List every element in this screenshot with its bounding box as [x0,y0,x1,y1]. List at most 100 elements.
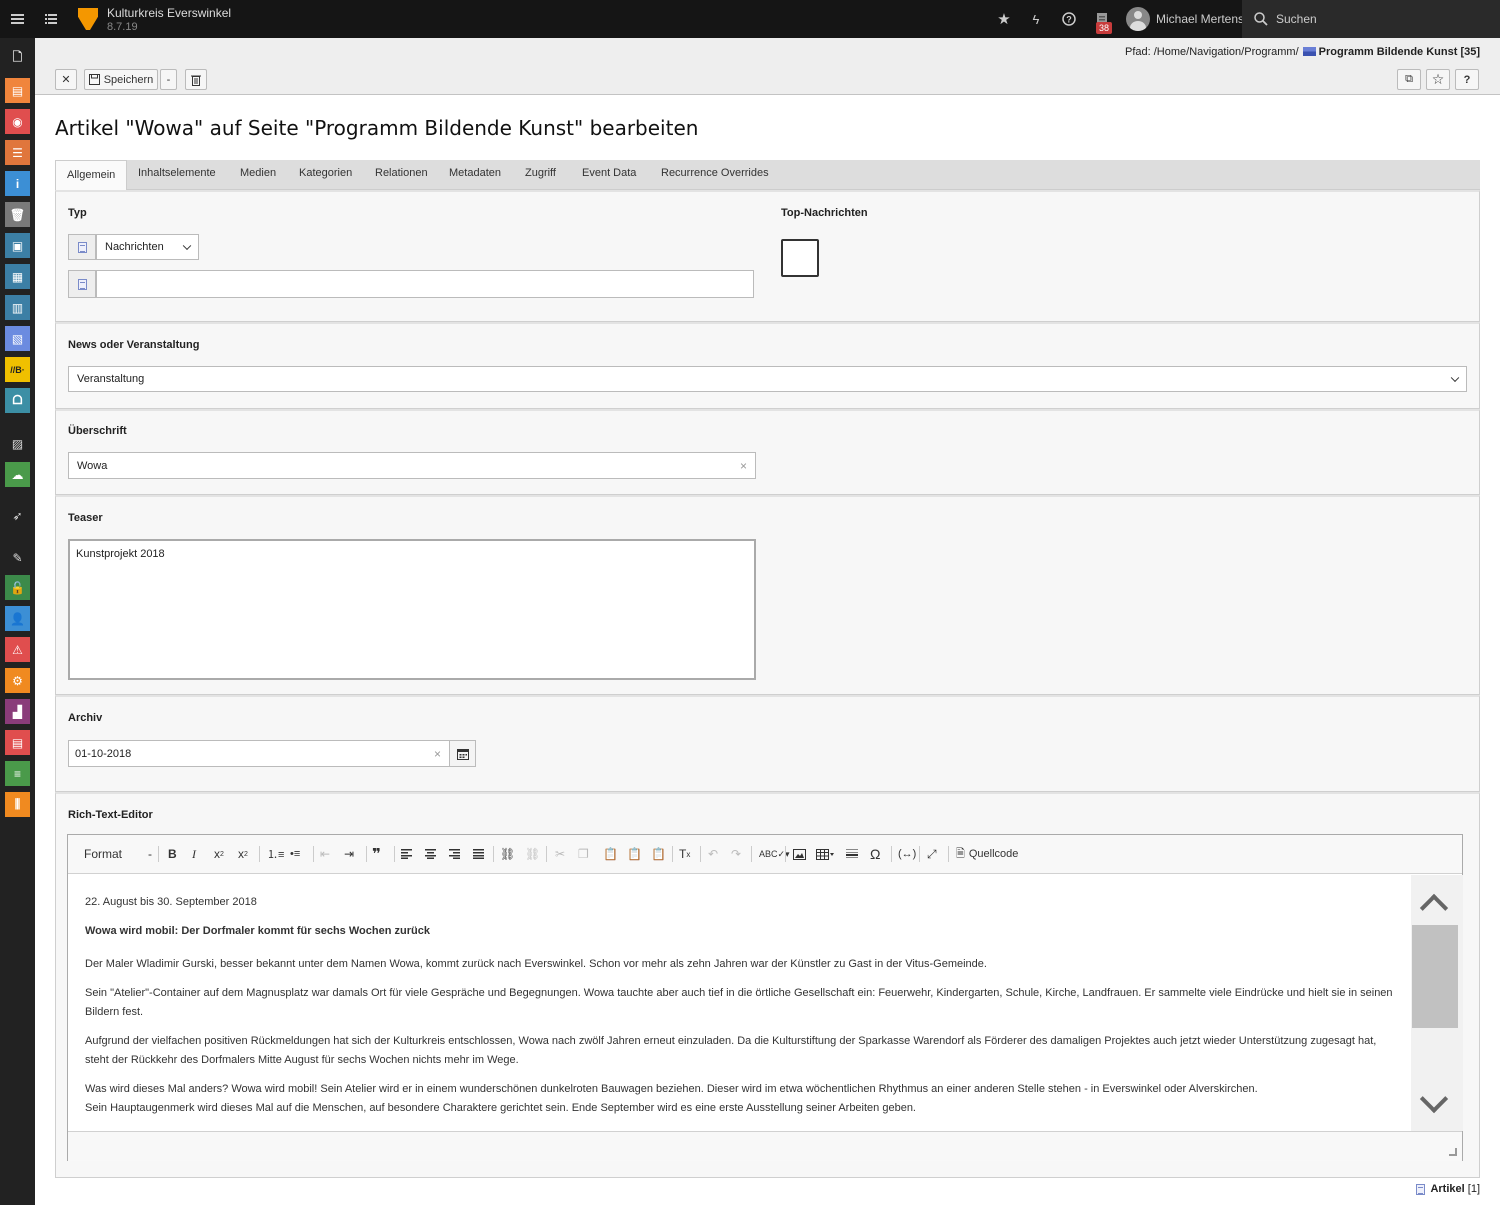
user-module-icon[interactable]: 👤 [5,606,30,631]
align-justify-icon[interactable] [473,846,484,862]
layout-module-icon[interactable]: ▥ [5,295,30,320]
resize-handle-icon[interactable] [1449,1148,1457,1156]
toolbar-divider [493,846,494,862]
sliders-module-icon[interactable]: ⫼ [5,792,30,817]
tab-zugriff[interactable]: Zugriff [525,167,556,179]
tab-metadaten[interactable]: Metadaten [449,167,501,179]
view-module-icon[interactable]: ▤ [5,78,30,103]
table-icon[interactable] [816,846,834,862]
scroll-up-icon[interactable] [1419,893,1449,923]
align-left-icon[interactable] [401,846,412,862]
toolbar-divider [672,846,673,862]
settings-module-icon[interactable]: ⚙ [5,668,30,693]
news-type-select[interactable]: Veranstaltung [68,366,1467,392]
search-trigger[interactable]: Suchen [1242,0,1500,38]
indent-icon[interactable]: ⇥ [344,846,354,862]
help-button[interactable]: ? [1455,69,1479,90]
tab-medien[interactable]: Medien [240,167,276,179]
reports-module-icon[interactable]: ⚠ [5,637,30,662]
bullet-list-icon[interactable]: •≡ [290,846,300,862]
info-module-icon[interactable]: i [5,171,30,196]
save-button[interactable]: Speichern [84,69,158,90]
cloud-module-icon[interactable]: ☁ [5,462,30,487]
flash-icon[interactable]: ϟ [1027,0,1045,38]
list-module-icon[interactable]: ☰ [5,140,30,165]
page-module-icon[interactable]: 🗋 [5,46,30,71]
tree-toggle[interactable] [38,0,64,38]
maximize-icon[interactable]: ⤢ [927,846,937,862]
tab-recurrence-overrides[interactable]: Recurrence Overrides [661,167,769,179]
delete-button[interactable] [185,69,207,90]
link-icon[interactable]: ⛓ [500,846,515,862]
paste-icon[interactable]: 📋 [603,846,618,862]
preview-module-icon[interactable]: ◉ [5,109,30,134]
menu-toggle[interactable] [0,0,34,38]
rte-scrollbar[interactable] [1411,875,1463,1131]
charts-module-icon[interactable]: ▟ [5,699,30,724]
clear-icon[interactable]: × [740,459,747,473]
bold-icon[interactable]: B [168,846,177,862]
tab-allgemein[interactable]: Allgemein [55,160,128,191]
clipboard-module-icon[interactable]: ▤ [5,730,30,755]
top-news-checkbox[interactable] [781,239,819,277]
outdent-icon[interactable]: ⇤ [320,846,330,862]
image-icon[interactable] [793,846,806,862]
binoculars-module-icon[interactable]: ᗝ [5,388,30,413]
typ-extra-input[interactable] [96,270,754,298]
unlink-icon[interactable]: ⛓ [525,846,540,862]
format-dropdown[interactable]: Format - [84,846,152,862]
close-button[interactable]: ✕ [55,69,77,90]
forms-module-icon[interactable]: ▦ [5,264,30,289]
scroll-down-icon[interactable] [1419,1084,1449,1114]
rocket-module-icon[interactable]: ➶ [5,503,30,528]
scroll-thumb[interactable] [1412,925,1458,1028]
source-button[interactable]: 🗎 Quellcode [956,846,1018,862]
special-char-icon[interactable]: Ω [870,846,880,862]
align-right-icon[interactable] [449,846,460,862]
db-module-icon[interactable]: ≡ [5,761,30,786]
help-icon[interactable]: ? [1058,0,1080,38]
copy-icon[interactable]: ❐ [578,846,589,862]
open-new-window-button[interactable]: ⧉ [1397,69,1421,90]
italic-icon[interactable]: I [192,846,196,862]
news-module-icon[interactable]: ▧ [5,326,30,351]
subscript-icon[interactable]: x2 [214,846,224,862]
bookmark-button[interactable]: ☆ [1426,69,1450,90]
save-label: Speichern [103,73,154,86]
horizontal-rule-icon[interactable] [846,846,858,862]
blockquote-icon[interactable]: ❞ [372,846,381,863]
tab-relationen[interactable]: Relationen [375,167,428,179]
save-dropdown-button[interactable]: - [160,69,177,90]
clear-icon[interactable]: × [434,747,441,761]
tab-inhaltselemente[interactable]: Inhaltselemente [138,167,216,179]
rte-content[interactable]: 22. August bis 30. September 2018 Wowa w… [68,875,1411,1131]
teaser-textarea[interactable]: Kunstprojekt 2018 [68,539,756,680]
access-module-icon[interactable]: 🔓 [5,575,30,600]
align-center-icon[interactable] [425,846,436,862]
numbered-list-icon[interactable]: ⒈≡ [267,846,284,862]
filelist-module-icon[interactable]: ▨ [5,431,30,456]
b-module-icon[interactable]: //B· [5,357,30,382]
calendar-icon [456,748,469,760]
typ-select[interactable]: Nachrichten [96,234,199,260]
soft-hyphen-icon[interactable]: (↔) [898,846,916,862]
section-typ: Typ Nachrichten Top-Nachrichten [55,190,1480,322]
tab-event-data[interactable]: Event Data [582,167,636,179]
brand[interactable]: Kulturkreis Everswinkel 8.7.19 [78,6,231,33]
user-menu[interactable]: Michael Mertens [1126,7,1244,31]
archive-date-input[interactable]: 01-10-2018 × [68,740,450,767]
paste-text-icon[interactable]: 📋 [627,846,642,862]
bookmark-star-icon[interactable]: ★ [993,0,1015,38]
tab-kategorien[interactable]: Kategorien [299,167,352,179]
paste-word-icon[interactable]: 📋 [651,846,666,862]
cut-icon[interactable]: ✂ [555,846,565,862]
remove-format-icon[interactable]: Tx [679,846,690,862]
plugin-module-icon[interactable]: ✎ [5,545,30,570]
redo-icon[interactable]: ↷ [731,846,741,862]
toolbox-module-icon[interactable]: ▣ [5,233,30,258]
undo-icon[interactable]: ↶ [708,846,718,862]
calendar-button[interactable] [449,740,476,767]
headline-input[interactable]: Wowa × [68,452,756,479]
superscript-icon[interactable]: x2 [238,846,248,862]
recycler-module-icon[interactable]: 🗑 [5,202,30,227]
